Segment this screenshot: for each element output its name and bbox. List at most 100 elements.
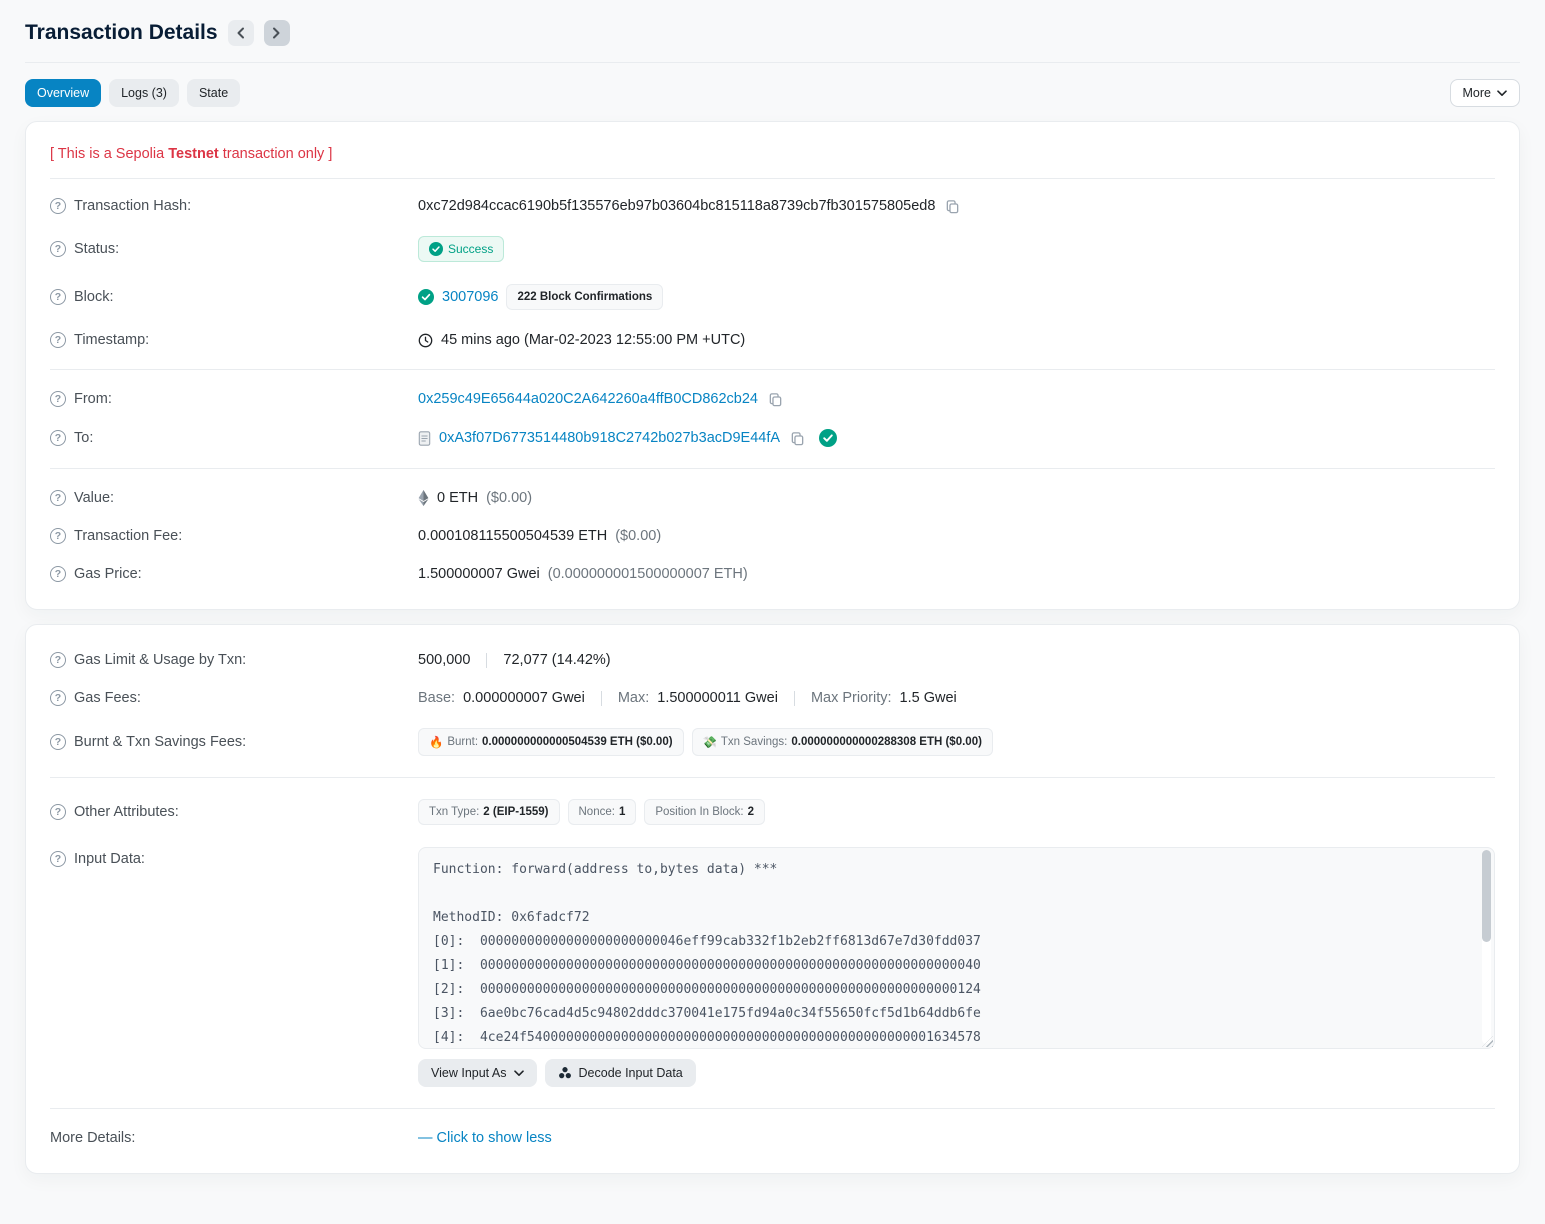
scrollbar-thumb[interactable] <box>1482 850 1491 942</box>
row-block: ? Block: 3007096 222 Block Confirmations <box>50 273 1495 321</box>
show-less-link[interactable]: — Click to show less <box>418 1130 552 1146</box>
help-icon[interactable]: ? <box>50 652 66 668</box>
copy-icon <box>790 431 805 446</box>
fire-icon: 🔥 <box>429 735 443 749</box>
tab-overview[interactable]: Overview <box>25 79 101 107</box>
row-gas-limit: ? Gas Limit & Usage by Txn: 500,000 72,0… <box>50 641 1495 679</box>
help-icon[interactable]: ? <box>50 241 66 257</box>
page-title: Transaction Details <box>25 21 218 45</box>
help-icon[interactable]: ? <box>50 851 66 867</box>
contract-file-icon <box>418 431 431 446</box>
verified-check-icon <box>819 429 837 447</box>
from-label: From: <box>74 391 112 407</box>
gas-limit-value: 500,000 <box>418 652 470 668</box>
timestamp-label: Timestamp: <box>74 332 149 348</box>
row-from: ? From: 0x259c49E65644a020C2A642260a4ffB… <box>50 380 1495 418</box>
decode-input-data-button[interactable]: Decode Input Data <box>545 1059 696 1087</box>
help-icon[interactable]: ? <box>50 332 66 348</box>
row-transaction-fee: ? Transaction Fee: 0.000108115500504539 … <box>50 517 1495 555</box>
row-to: ? To: 0xA3f07D6773514480b918C2742b027b3a… <box>50 418 1495 458</box>
max-priority-label: Max Priority: <box>811 690 892 706</box>
notice-prefix: [ This is a Sepolia <box>50 146 168 162</box>
status-badge: Success <box>418 236 504 262</box>
copy-icon <box>945 199 960 214</box>
chevron-down-icon <box>1497 90 1507 97</box>
section-divider <box>50 369 1495 370</box>
row-gas-fees: ? Gas Fees: Base: 0.000000007 Gwei Max: … <box>50 679 1495 717</box>
view-input-as-button[interactable]: View Input As <box>418 1059 537 1087</box>
help-icon[interactable]: ? <box>50 566 66 582</box>
gas-price-eth: (0.000000001500000007 ETH) <box>548 566 748 582</box>
previous-transaction-button[interactable] <box>228 20 254 46</box>
timestamp-value: 45 mins ago (Mar-02-2023 12:55:00 PM +UT… <box>441 332 745 348</box>
status-label: Status: <box>74 241 119 257</box>
more-details-label: More Details: <box>50 1130 135 1146</box>
check-circle-icon <box>418 289 434 305</box>
money-wings-icon: 💸 <box>703 735 717 749</box>
nonce-badge: Nonce: 1 <box>568 799 637 825</box>
help-icon[interactable]: ? <box>50 528 66 544</box>
overview-card: [ This is a Sepolia Testnet transaction … <box>25 121 1520 610</box>
decode-input-data-label: Decode Input Data <box>579 1066 683 1080</box>
transaction-hash-label: Transaction Hash: <box>74 198 191 214</box>
row-value: ? Value: 0 ETH ($0.00) <box>50 479 1495 517</box>
to-label: To: <box>74 430 93 446</box>
input-data-textarea[interactable]: Function: forward(address to,bytes data)… <box>418 847 1495 1049</box>
check-circle-icon <box>429 242 443 256</box>
base-fee-value: 0.000000007 Gwei <box>463 690 585 706</box>
to-address-link[interactable]: 0xA3f07D6773514480b918C2742b027b3acD9E44… <box>439 430 780 446</box>
txn-savings-label: Txn Savings: <box>721 736 787 748</box>
position-in-block-badge: Position In Block: 2 <box>644 799 765 825</box>
value-separator <box>486 653 487 668</box>
transaction-fee-amount: 0.000108115500504539 ETH <box>418 528 607 544</box>
row-more-details: More Details: — Click to show less <box>50 1119 1495 1157</box>
gas-price-label: Gas Price: <box>74 566 142 582</box>
gas-fees-label: Gas Fees: <box>74 690 141 706</box>
help-icon[interactable]: ? <box>50 289 66 305</box>
txn-type-badge: Txn Type: 2 (EIP-1559) <box>418 799 560 825</box>
more-button[interactable]: More <box>1450 79 1520 107</box>
burnt-fee-badge: 🔥 Burnt: 0.000000000000504539 ETH ($0.00… <box>418 728 684 756</box>
help-icon[interactable]: ? <box>50 430 66 446</box>
row-transaction-hash: ? Transaction Hash: 0xc72d984ccac6190b5f… <box>50 187 1495 225</box>
nonce-label: Nonce: <box>579 806 615 818</box>
txn-savings-value: 0.000000000000288308 ETH ($0.00) <box>791 736 982 748</box>
decode-icon <box>558 1066 572 1080</box>
block-label: Block: <box>74 289 114 305</box>
help-icon[interactable]: ? <box>50 198 66 214</box>
block-number-link[interactable]: 3007096 <box>442 289 498 305</box>
max-fee-label: Max: <box>618 690 649 706</box>
notice-suffix: transaction only ] <box>219 146 333 162</box>
tab-state[interactable]: State <box>187 79 240 107</box>
input-data-label: Input Data: <box>74 851 145 867</box>
copy-transaction-hash-button[interactable] <box>943 199 962 214</box>
help-icon[interactable]: ? <box>50 690 66 706</box>
copy-from-address-button[interactable] <box>766 392 785 407</box>
next-transaction-button[interactable] <box>264 20 290 46</box>
help-icon[interactable]: ? <box>50 734 66 750</box>
value-label: Value: <box>74 490 114 506</box>
value-separator <box>794 691 795 706</box>
copy-icon <box>768 392 783 407</box>
position-in-block-value: 2 <box>748 806 754 818</box>
from-address-link[interactable]: 0x259c49E65644a020C2A642260a4ffB0CD862cb… <box>418 391 758 407</box>
burnt-savings-label: Burnt & Txn Savings Fees: <box>74 734 246 750</box>
copy-to-address-button[interactable] <box>788 431 807 446</box>
row-status: ? Status: Success <box>50 225 1495 273</box>
txn-type-label: Txn Type: <box>429 806 479 818</box>
eth-icon <box>418 490 429 506</box>
section-divider <box>50 777 1495 778</box>
row-input-data: ? Input Data: Function: forward(address … <box>50 836 1495 1098</box>
help-icon[interactable]: ? <box>50 804 66 820</box>
tabs-bar: Overview Logs (3) State More <box>0 63 1545 107</box>
help-icon[interactable]: ? <box>50 490 66 506</box>
position-in-block-label: Position In Block: <box>655 806 743 818</box>
tab-logs[interactable]: Logs (3) <box>109 79 179 107</box>
gas-price-amount: 1.500000007 Gwei <box>418 566 540 582</box>
testnet-notice: [ This is a Sepolia Testnet transaction … <box>50 138 1495 179</box>
max-priority-value: 1.5 Gwei <box>900 690 957 706</box>
transaction-fee-usd: ($0.00) <box>615 528 661 544</box>
input-data-box-wrap: Function: forward(address to,bytes data)… <box>418 847 1495 1049</box>
help-icon[interactable]: ? <box>50 391 66 407</box>
row-other-attributes: ? Other Attributes: Txn Type: 2 (EIP-155… <box>50 788 1495 836</box>
